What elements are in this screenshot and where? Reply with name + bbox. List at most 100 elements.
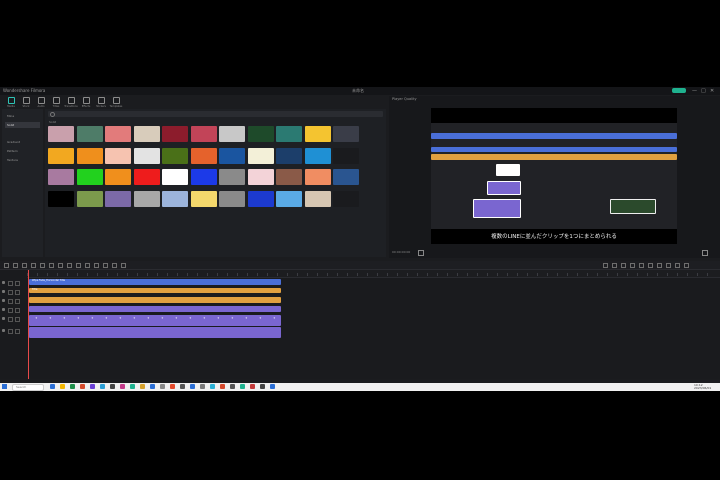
timeline-clip[interactable] — [29, 297, 281, 303]
timeline-tool-icon[interactable] — [58, 263, 63, 268]
timeline-clip[interactable]: Wipe Fade_Horizontal Title — [29, 279, 281, 285]
color-swatch[interactable] — [48, 126, 74, 142]
keyframe-icon[interactable]: ✦ — [91, 317, 96, 320]
eye-icon[interactable] — [15, 317, 20, 322]
color-swatch[interactable] — [105, 126, 131, 142]
track-header-v5[interactable] — [0, 278, 26, 287]
keyframe-icon[interactable]: ✦ — [231, 317, 236, 320]
color-swatch[interactable] — [133, 169, 160, 185]
fullscreen-icon[interactable] — [702, 250, 708, 256]
taskbar-search-input[interactable]: Search — [12, 384, 44, 391]
color-swatch[interactable] — [304, 126, 331, 142]
export-button[interactable] — [672, 88, 686, 93]
timeline-tool-icon[interactable] — [67, 263, 72, 268]
timeline-view-icon[interactable] — [666, 263, 671, 268]
lock-icon[interactable] — [8, 290, 13, 295]
taskbar-app-icon[interactable] — [100, 384, 105, 389]
color-swatch[interactable] — [133, 190, 160, 207]
lock-icon[interactable] — [8, 281, 13, 286]
color-swatch[interactable] — [219, 147, 245, 164]
keyframe-icon[interactable]: ✦ — [49, 317, 54, 320]
timeline-view-icon[interactable] — [612, 263, 617, 268]
taskbar-app-icon[interactable] — [130, 384, 135, 389]
color-swatch[interactable] — [48, 169, 74, 185]
taskbar-app-icon[interactable] — [180, 384, 185, 389]
timeline-tool-icon[interactable] — [103, 263, 108, 268]
timeline-view-icon[interactable] — [621, 263, 626, 268]
timeline-tool-icon[interactable] — [49, 263, 54, 268]
taskbar-app-icon[interactable] — [170, 384, 175, 389]
taskbar-clock[interactable]: 10:12 2023/06/01 — [694, 384, 711, 390]
eye-icon[interactable] — [15, 299, 20, 304]
lock-icon[interactable] — [8, 317, 13, 322]
taskbar-app-icon[interactable] — [250, 384, 255, 389]
color-swatch[interactable] — [304, 169, 331, 185]
timeline-view-icon[interactable] — [657, 263, 662, 268]
track-header-a1[interactable] — [0, 326, 26, 335]
timeline-tool-icon[interactable] — [76, 263, 81, 268]
timeline-tool-icon[interactable] — [40, 263, 45, 268]
timeline-view-icon[interactable] — [675, 263, 680, 268]
color-swatch[interactable] — [105, 169, 131, 185]
color-swatch[interactable] — [247, 169, 274, 185]
timeline-clip[interactable] — [29, 306, 281, 312]
color-swatch[interactable] — [333, 147, 359, 164]
taskbar-app-icon[interactable] — [60, 384, 65, 389]
color-swatch[interactable] — [276, 126, 302, 142]
windows-start-icon[interactable] — [2, 384, 7, 389]
color-swatch[interactable] — [219, 190, 245, 207]
keyframe-icon[interactable]: ✦ — [189, 317, 194, 320]
sidebar-item-pattern[interactable]: Pattern — [5, 148, 40, 154]
keyframe-icon[interactable]: ✦ — [35, 317, 40, 320]
lock-icon[interactable] — [8, 329, 13, 334]
color-swatch[interactable] — [333, 126, 359, 142]
timeline-tool-icon[interactable] — [31, 263, 36, 268]
timeline-tool-icon[interactable] — [121, 263, 126, 268]
color-swatch[interactable] — [333, 190, 359, 207]
keyframe-icon[interactable]: ✦ — [133, 317, 138, 320]
color-swatch[interactable] — [105, 147, 131, 164]
color-swatch[interactable] — [190, 126, 217, 142]
eye-icon[interactable] — [15, 281, 20, 286]
color-swatch[interactable] — [133, 147, 160, 164]
sidebar-item-solid[interactable]: Solid — [5, 122, 40, 128]
timeline-tool-icon[interactable] — [85, 263, 90, 268]
play-icon[interactable] — [418, 250, 424, 256]
color-swatch[interactable] — [247, 126, 274, 142]
track-header-v4[interactable] — [0, 287, 26, 296]
color-swatch[interactable] — [76, 190, 103, 207]
timeline-clip[interactable] — [29, 327, 281, 338]
color-swatch[interactable] — [48, 190, 74, 207]
eye-icon[interactable] — [15, 308, 20, 313]
close-icon[interactable]: ✕ — [710, 88, 714, 94]
color-swatch[interactable] — [162, 126, 188, 142]
timeline-tool-icon[interactable] — [112, 263, 117, 268]
toolbar-titles[interactable]: Titles — [49, 97, 63, 108]
color-swatch[interactable] — [190, 147, 217, 164]
taskbar-app-icon[interactable] — [200, 384, 205, 389]
timeline-clip[interactable]: Title — [29, 288, 281, 293]
keyframe-icon[interactable]: ✦ — [77, 317, 82, 320]
color-swatch[interactable] — [162, 169, 188, 185]
maximize-icon[interactable]: □ — [701, 88, 706, 94]
taskbar-app-icon[interactable] — [160, 384, 165, 389]
taskbar-app-icon[interactable] — [210, 384, 215, 389]
toolbar-transitions[interactable]: Transitions — [64, 97, 78, 108]
toolbar-audio[interactable]: Audio — [34, 97, 48, 108]
toolbar-media[interactable]: Media — [4, 97, 18, 108]
taskbar-app-icon[interactable] — [150, 384, 155, 389]
keyframe-icon[interactable]: ✦ — [217, 317, 222, 320]
keyframe-icon[interactable]: ✦ — [175, 317, 180, 320]
keyframe-icon[interactable]: ✦ — [259, 317, 264, 320]
eye-icon[interactable] — [15, 329, 20, 334]
taskbar-app-icon[interactable] — [70, 384, 75, 389]
color-swatch[interactable] — [76, 169, 103, 185]
toolbar-stock[interactable]: Stock — [19, 97, 33, 108]
keyframe-icon[interactable]: ✦ — [245, 317, 250, 320]
toolbar-effects[interactable]: Effects — [79, 97, 93, 108]
timeline-view-icon[interactable] — [630, 263, 635, 268]
preview-canvas[interactable]: 複数のLINEに並んだクリップを1つにまとめられる — [431, 108, 677, 244]
timeline-tool-icon[interactable] — [22, 263, 27, 268]
color-swatch[interactable] — [48, 147, 74, 164]
color-swatch[interactable] — [190, 169, 217, 185]
